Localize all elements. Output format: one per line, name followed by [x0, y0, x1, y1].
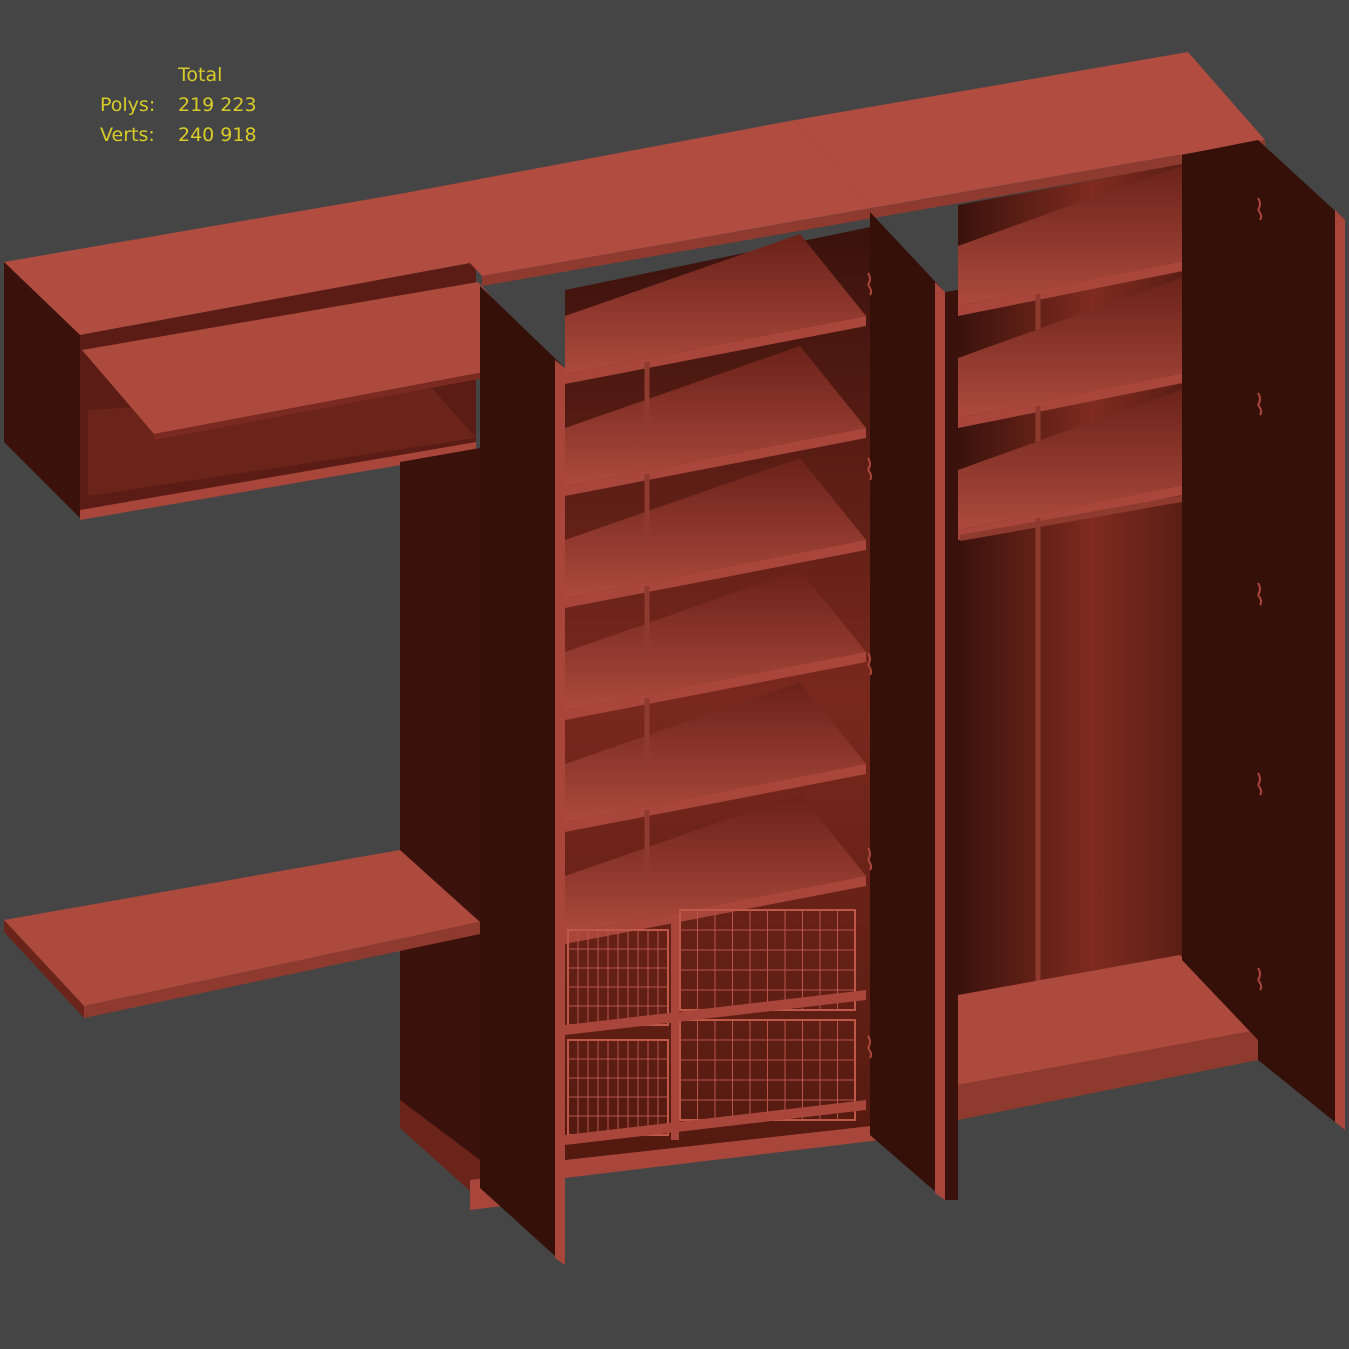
- wardrobe-model[interactable]: [0, 0, 1349, 1349]
- right-back-panel-strip: [1182, 140, 1258, 1040]
- right-left-door[interactable]: [945, 290, 958, 1200]
- right-cabinet[interactable]: [945, 140, 1345, 1200]
- side-column[interactable]: [4, 448, 550, 1210]
- right-right-door[interactable]: [1258, 140, 1345, 1130]
- 3d-viewport[interactable]: Total Polys: 219 223 Verts: 240 918: [0, 0, 1349, 1349]
- verts-label: Verts:: [100, 124, 155, 146]
- middle-left-door[interactable]: [480, 286, 565, 1265]
- middle-left-door-edge: [555, 360, 565, 1265]
- middle-right-door-edge: [935, 282, 945, 1200]
- middle-cabinet[interactable]: [480, 212, 945, 1265]
- polys-label: Polys:: [100, 94, 156, 116]
- viewport-statistics: Total Polys: 219 223 Verts: 240 918: [100, 60, 257, 150]
- polys-value: 219 223: [178, 94, 257, 116]
- stats-header: Total: [178, 64, 223, 86]
- verts-value: 240 918: [178, 124, 257, 146]
- right-right-door-edge: [1335, 210, 1345, 1130]
- middle-right-door[interactable]: [870, 212, 945, 1200]
- column-face: [400, 448, 480, 1190]
